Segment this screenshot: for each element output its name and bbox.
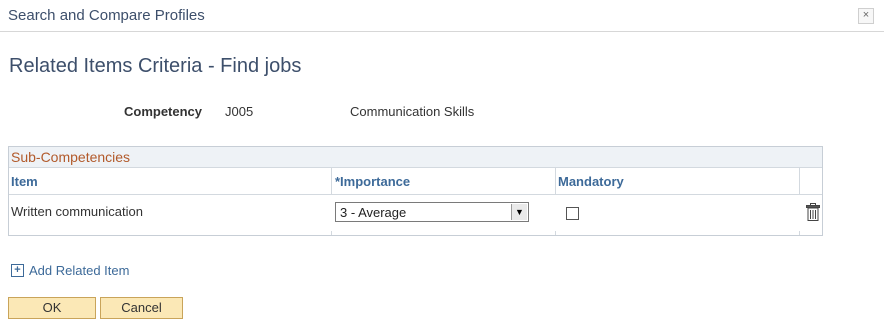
competency-code: J005	[225, 104, 254, 119]
add-related-item-label: Add Related Item	[29, 263, 130, 279]
column-header-mandatory: Mandatory	[558, 174, 624, 189]
grid-header: Item *Importance Mandatory	[9, 168, 822, 195]
modal-titlebar: Search and Compare Profiles ×	[0, 0, 884, 32]
add-related-item-link[interactable]: + Add Related Item	[11, 262, 129, 280]
importance-value: 3 - Average	[340, 205, 407, 220]
table-row: Written communication 3 - Average ▼	[9, 195, 822, 231]
importance-select[interactable]: 3 - Average ▼	[335, 202, 529, 222]
item-cell: Written communication	[11, 204, 143, 219]
page-title: Related Items Criteria - Find jobs	[9, 55, 302, 77]
mandatory-checkbox[interactable]	[566, 207, 579, 220]
column-header-item: Item	[11, 174, 38, 189]
competency-label: Competency	[124, 104, 203, 119]
plus-icon: +	[11, 264, 24, 278]
competency-row: Competency J005 Communication Skills	[0, 104, 884, 122]
cancel-button[interactable]: Cancel	[100, 297, 183, 319]
close-icon[interactable]: ×	[858, 8, 874, 24]
competency-name: Communication Skills	[350, 104, 475, 119]
grid-caption: Sub-Competencies	[9, 147, 822, 168]
chevron-down-icon[interactable]: ▼	[511, 204, 527, 220]
sub-competencies-grid: Sub-Competencies Item *Importance Mandat…	[8, 146, 823, 236]
ok-button[interactable]: OK	[8, 297, 96, 319]
column-header-importance: *Importance	[335, 174, 411, 189]
trash-icon[interactable]	[806, 203, 820, 221]
modal-title: Search and Compare Profiles	[8, 7, 205, 24]
